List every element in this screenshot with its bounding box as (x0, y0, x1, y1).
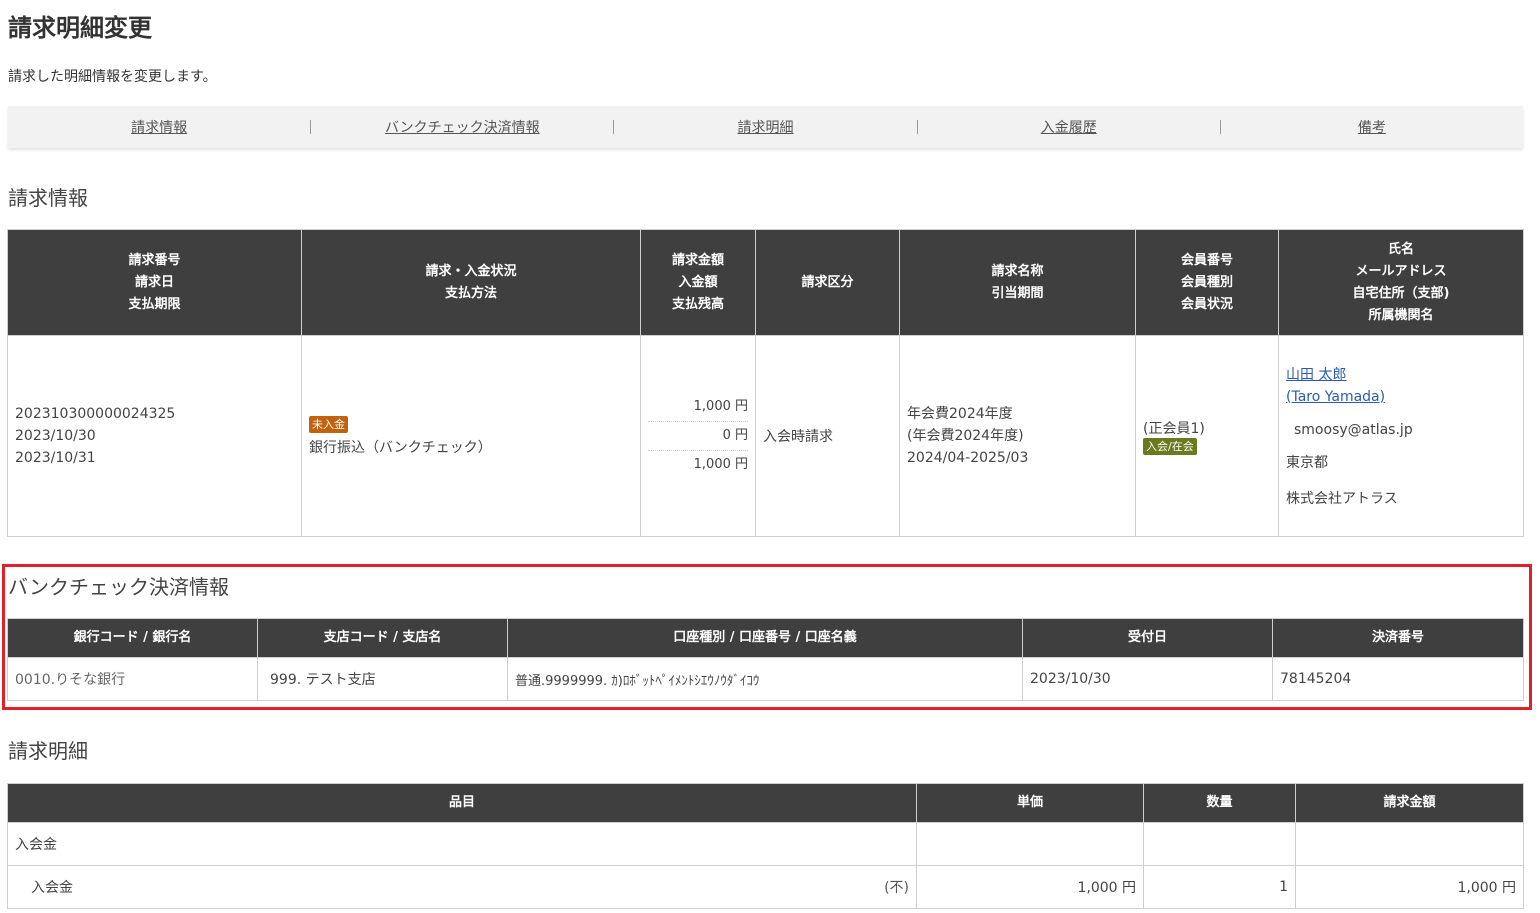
bank: 0010.りそな銀行 (7, 657, 258, 701)
section-title-bankcheck: バンクチェック決済情報 (8, 575, 229, 599)
balance: 1,000 円 (693, 457, 748, 472)
invoice-category: 入会時請求 (755, 335, 900, 537)
unit-price: 1,000 円 (916, 865, 1144, 909)
table-header-row: 銀行コード / 銀行名 支店コード / 支店名 口座種別 / 口座番号 / 口座… (7, 618, 1524, 658)
header-amount: 請求金額 入金額 支払残高 (640, 229, 756, 336)
member-status-badge: 入会/在会 (1143, 437, 1197, 455)
address: 東京都 (1286, 455, 1328, 471)
cell-invoice-number: 202310300000024325 2023/10/30 2023/10/31 (7, 335, 302, 537)
tax-category: (不) (884, 880, 909, 896)
header-unit-price: 単価 (916, 783, 1144, 823)
anchor-link-bankcheck[interactable]: バンクチェック決済情報 (311, 117, 613, 137)
table-header-row: 請求番号 請求日 支払期限 請求・入金状況 支払方法 請求金額 入金額 支払残高… (7, 229, 1524, 336)
header-account: 口座種別 / 口座番号 / 口座名義 (507, 618, 1023, 658)
settlement-number: 78145204 (1272, 657, 1524, 701)
amount-paid: 0 円 (648, 422, 748, 451)
header-invoice-name: 請求名称 引当期間 (899, 229, 1136, 336)
table-header-row: 品目 単価 数量 請求金額 (7, 783, 1524, 823)
page-description: 請求した明細情報を変更します。 (8, 69, 217, 85)
header-settlement-number: 決済番号 (1272, 618, 1524, 658)
cell-item: 入会金 (不) (7, 865, 917, 909)
section-title-details: 請求明細 (8, 739, 88, 763)
header-branch: 支店コード / 支店名 (257, 618, 508, 658)
quantity: 1 (1143, 865, 1296, 909)
anchor-link-details[interactable]: 請求明細 (614, 117, 916, 137)
anchor-link-invoice-info[interactable]: 請求情報 (8, 117, 310, 137)
item-group-label: 入会金 (7, 822, 917, 866)
page-title: 請求明細変更 (8, 14, 152, 42)
header-item: 品目 (7, 783, 917, 823)
invoice-name-sub: (年会費2024年度) (907, 428, 1024, 444)
amount-billed: 1,000 円 (648, 393, 748, 422)
account: 普通.9999999. ｶ)ﾛﾎﾞｯﾄﾍﾟｲﾒﾝﾄｼｴｳﾉｳﾀﾞｲｺｳ (507, 657, 1023, 701)
invoice-date: 2023/10/30 (15, 428, 96, 444)
anchor-nav: 請求情報 バンクチェック決済情報 請求明細 入金履歴 備考 (8, 106, 1523, 148)
cell-amounts: 1,000 円 0 円 1,000 円 (640, 335, 756, 537)
table-row: 入会金 (不) 1,000 円 1 1,000 円 (7, 865, 1524, 909)
details-table: 品目 単価 数量 請求金額 入会金 入会金 (不) 1,000 円 1 1,00… (7, 783, 1524, 909)
member-type: (正会員1) (1143, 420, 1205, 437)
header-invoice-number: 請求番号 請求日 支払期限 (7, 229, 302, 336)
table-row: 0010.りそな銀行 999. テスト支店 普通.9999999. ｶ)ﾛﾎﾞｯ… (7, 657, 1524, 701)
cell-status: 未入金 銀行振込（バンクチェック） (301, 335, 641, 537)
status-badge: 未入金 (309, 415, 348, 433)
header-received-date: 受付日 (1022, 618, 1273, 658)
cell-member: (正会員1) 入会/在会 (1135, 335, 1279, 537)
anchor-link-payment-history[interactable]: 入金履歴 (918, 117, 1220, 137)
header-billed-amount: 請求金額 (1295, 783, 1524, 823)
header-bank: 銀行コード / 銀行名 (7, 618, 258, 658)
header-status: 請求・入金状況 支払方法 (301, 229, 641, 336)
received-date: 2023/10/30 (1022, 657, 1273, 701)
header-category: 請求区分 (755, 229, 900, 336)
email: smoosy@atlas.jp (1294, 422, 1413, 438)
due-date: 2023/10/31 (15, 450, 96, 466)
allocation-period: 2024/04-2025/03 (907, 450, 1029, 466)
header-quantity: 数量 (1143, 783, 1296, 823)
anchor-link-remarks[interactable]: 備考 (1221, 117, 1523, 137)
branch: 999. テスト支店 (257, 657, 508, 701)
header-person: 氏名 メールアドレス 自宅住所（支部) 所属機関名 (1278, 229, 1524, 336)
person-name-link[interactable]: 山田 太郎 (1286, 367, 1346, 383)
invoice-number: 202310300000024325 (15, 406, 176, 422)
section-title-invoice-info: 請求情報 (8, 186, 88, 210)
table-row: 202310300000024325 2023/10/30 2023/10/31… (7, 335, 1524, 537)
item-label: 入会金 (31, 880, 73, 896)
cell-person: 山田 太郎 (Taro Yamada) smoosy@atlas.jp 東京都 … (1278, 335, 1524, 537)
payment-method: 銀行振込（バンクチェック） (309, 439, 492, 456)
organization: 株式会社アトラス (1286, 491, 1398, 507)
header-member: 会員番号 会員種別 会員状況 (1135, 229, 1279, 336)
billed-amount: 1,000 円 (1295, 865, 1524, 909)
cell-invoice-name: 年会費2024年度 (年会費2024年度) 2024/04-2025/03 (899, 335, 1136, 537)
person-name-en-link[interactable]: (Taro Yamada) (1286, 389, 1385, 405)
invoice-info-table: 請求番号 請求日 支払期限 請求・入金状況 支払方法 請求金額 入金額 支払残高… (7, 229, 1524, 537)
table-row: 入会金 (7, 822, 1524, 866)
invoice-name: 年会費2024年度 (907, 406, 1013, 422)
bankcheck-table: 銀行コード / 銀行名 支店コード / 支店名 口座種別 / 口座番号 / 口座… (7, 618, 1524, 701)
